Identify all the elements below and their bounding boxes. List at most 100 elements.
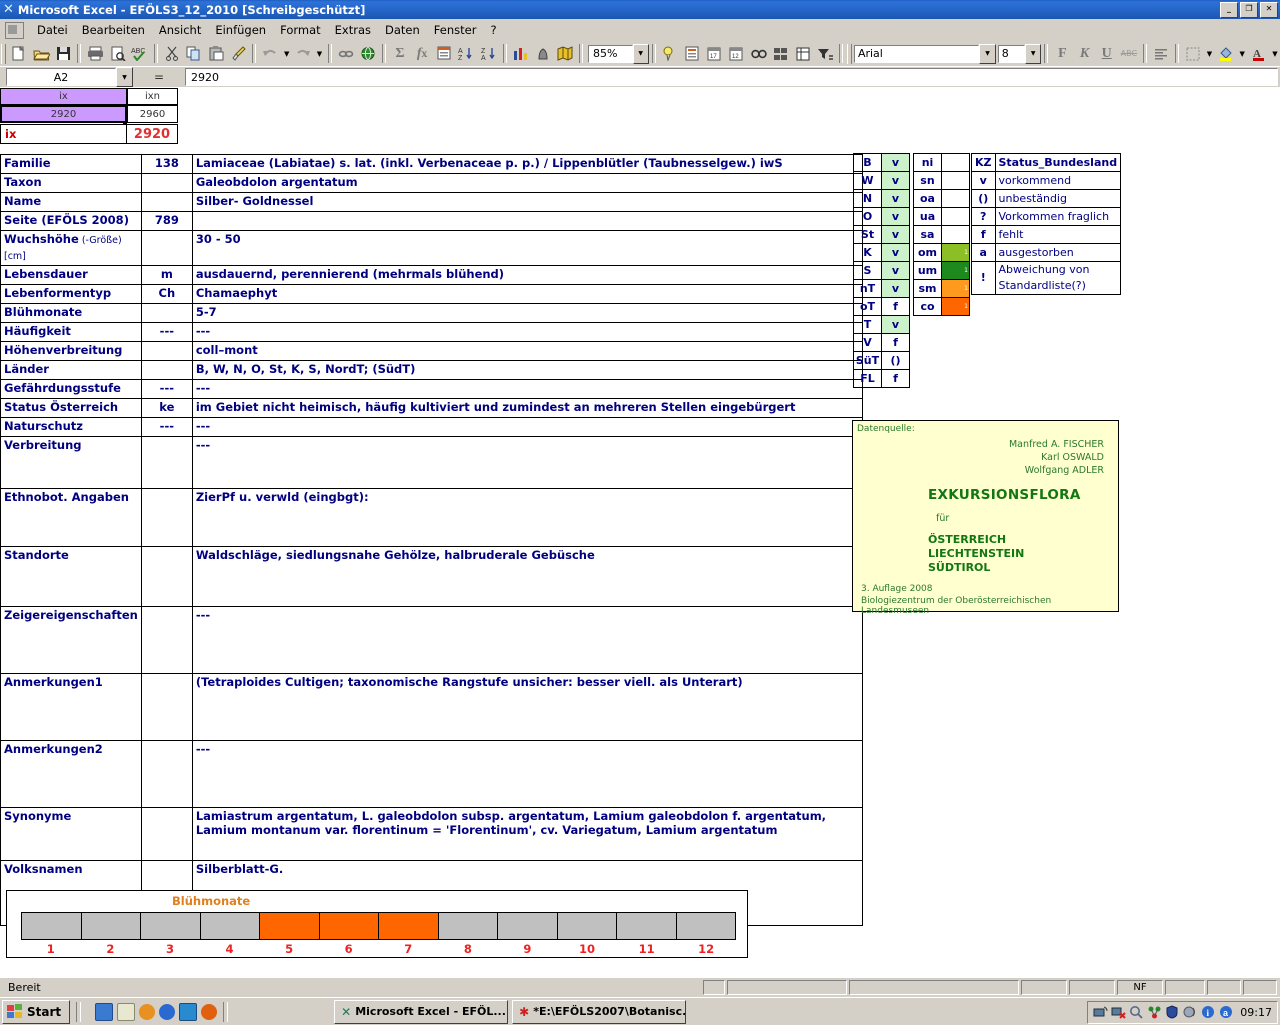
bundesland-row[interactable]: FL f: [853, 369, 910, 388]
row-label[interactable]: Blühmonate: [0, 303, 142, 323]
row-label[interactable]: Lebenformentyp: [0, 284, 142, 304]
bundesland-row[interactable]: Kv: [853, 243, 910, 262]
row-code[interactable]: [140, 673, 193, 741]
sort-ascending-icon[interactable]: AZ: [455, 43, 477, 65]
row-code[interactable]: ---: [140, 417, 193, 437]
format-painter-icon[interactable]: [227, 43, 249, 65]
row-label[interactable]: Taxon: [0, 173, 142, 193]
toolbar-grip[interactable]: [1, 43, 6, 64]
row-value[interactable]: Silber- Goldnessel: [191, 192, 863, 212]
row-value[interactable]: ZierPf u. verwld (eingbgt):: [191, 488, 863, 547]
table-row[interactable]: Blühmonate 5-7: [0, 303, 863, 323]
paste-icon[interactable]: [205, 43, 227, 65]
media-player-icon[interactable]: [139, 1003, 156, 1020]
row-label[interactable]: Höhenverbreitung: [0, 341, 142, 361]
underline-button[interactable]: U: [1096, 43, 1118, 65]
row-value[interactable]: Waldschläge, siedlungsnahe Gehölze, halb…: [191, 546, 863, 607]
menu-bearbeiten[interactable]: Bearbeiten: [75, 21, 152, 39]
table-row[interactable]: Lebenformentyp Ch Chamaephyt: [0, 284, 863, 304]
bundesland-row[interactable]: Nv: [853, 189, 910, 208]
row-code[interactable]: m: [140, 265, 193, 285]
table-row[interactable]: Anmerkungen2 ---: [0, 740, 863, 808]
row-code[interactable]: Ch: [140, 284, 193, 304]
freeze-panes-icon[interactable]: [792, 43, 814, 65]
mini-header-ixn[interactable]: ixn: [127, 88, 178, 105]
row-value[interactable]: ---: [191, 436, 863, 489]
row-label[interactable]: Familie: [0, 154, 142, 174]
table-row[interactable]: Lebensdauer m ausdauernd, perennierend (me…: [0, 265, 863, 285]
bundesland-row[interactable]: Vf: [853, 333, 910, 352]
search-icon[interactable]: [1129, 1005, 1144, 1020]
zone-row[interactable]: oa: [913, 189, 970, 208]
bundesland-row[interactable]: Bv: [853, 153, 910, 172]
row-label[interactable]: Verbreitung: [0, 436, 142, 489]
row-label[interactable]: Synonyme: [0, 807, 142, 861]
zone-row[interactable]: sm 1: [913, 279, 970, 298]
network-icon[interactable]: [1093, 1005, 1108, 1020]
row-label[interactable]: Anmerkungen1: [0, 673, 142, 741]
print-icon[interactable]: [84, 43, 106, 65]
name-box-dropdown-icon[interactable]: ▼: [116, 67, 133, 87]
align-left-icon[interactable]: [1150, 43, 1172, 65]
row-value[interactable]: ausdauernd, perennierend (mehrmals blühe…: [191, 265, 863, 285]
row-label[interactable]: Zeigereigenschaften: [0, 606, 142, 674]
font-color-icon[interactable]: A: [1247, 43, 1269, 65]
print-preview-icon[interactable]: [106, 43, 128, 65]
map-icon[interactable]: [554, 43, 576, 65]
cut-icon[interactable]: [161, 43, 183, 65]
row-code[interactable]: 789: [140, 211, 193, 231]
zoom-dropdown-icon[interactable]: ▼: [632, 43, 649, 64]
row-label[interactable]: Ethnobot. Angaben: [0, 488, 142, 547]
row-value[interactable]: Lamiastrum argentatum, L. galeobdolon su…: [191, 807, 863, 861]
table-row[interactable]: Status Österreich ke im Gebiet nicht heimi…: [0, 398, 863, 418]
worksheet-area[interactable]: ix ixn 2920 2960 ix 2920 Familie 138 Lamia…: [0, 88, 1280, 974]
sort-tool-icon[interactable]: [433, 43, 455, 65]
taskbar-button[interactable]: ✕ Microsoft Excel - EFÖL...: [334, 999, 509, 1024]
row-label[interactable]: Gefährdungsstufe: [0, 379, 142, 399]
menu-ansicht[interactable]: Ansicht: [152, 21, 208, 39]
row-value[interactable]: [191, 211, 863, 231]
row-value[interactable]: Galeobdolon argentatum: [191, 173, 863, 193]
volume-icon[interactable]: [1183, 1005, 1198, 1020]
menu-daten[interactable]: Daten: [378, 21, 427, 39]
outlook-icon[interactable]: [179, 1002, 198, 1021]
row-code[interactable]: [140, 436, 193, 489]
taskbar-button[interactable]: ✱ *E:\EFÖLS2007\Botanisc...: [512, 999, 687, 1024]
notepad-icon[interactable]: [117, 1002, 136, 1021]
row-value[interactable]: 30 - 50: [191, 230, 863, 266]
undo-dropdown-icon[interactable]: ▼: [281, 43, 292, 65]
open-icon[interactable]: [30, 43, 52, 65]
row-code[interactable]: [140, 192, 193, 212]
row-label[interactable]: Seite (EFÖLS 2008): [0, 211, 142, 231]
sort-descending-icon[interactable]: ZA: [478, 43, 500, 65]
row-value[interactable]: ---: [191, 417, 863, 437]
name-box[interactable]: A2: [6, 68, 116, 86]
row-code[interactable]: ke: [140, 398, 193, 418]
form-icon[interactable]: [681, 43, 703, 65]
row-label[interactable]: Status Österreich: [0, 398, 142, 418]
save-icon[interactable]: [52, 43, 74, 65]
bundesland-row[interactable]: Tv: [853, 315, 910, 334]
row-code[interactable]: [140, 740, 193, 808]
row-value[interactable]: Lamiaceae (Labiatae) s. lat. (inkl. Verb…: [191, 154, 863, 174]
table-row[interactable]: Ethnobot. Angaben ZierPf u. verwld (eingb…: [0, 488, 863, 547]
cell-a2-selected[interactable]: 2920: [0, 105, 127, 123]
menu-hilfe[interactable]: ?: [483, 21, 503, 39]
menu-format[interactable]: Format: [273, 21, 328, 39]
calendar1-icon[interactable]: 17: [703, 43, 725, 65]
table-row[interactable]: Naturschutz --- ---: [0, 417, 863, 437]
function-icon[interactable]: fx: [411, 43, 433, 65]
row-code[interactable]: [140, 488, 193, 547]
shield-icon[interactable]: [1165, 1005, 1180, 1020]
close-button[interactable]: ✕: [1260, 2, 1278, 18]
table-row[interactable]: Höhenverbreitung coll–mont: [0, 341, 863, 361]
row-value[interactable]: (Tetraploides Cultigen; taxonomische Ran…: [191, 673, 863, 741]
row-value[interactable]: Chamaephyt: [191, 284, 863, 304]
row-code[interactable]: [140, 360, 193, 380]
menu-extras[interactable]: Extras: [328, 21, 378, 39]
autosum-icon[interactable]: Σ: [389, 43, 411, 65]
table-row[interactable]: Synonyme Lamiastrum argentatum, L. galeob…: [0, 807, 863, 861]
bundesland-row[interactable]: St v: [853, 225, 910, 244]
split-window-icon[interactable]: [770, 43, 792, 65]
table-row[interactable]: Zeigereigenschaften ---: [0, 606, 863, 674]
